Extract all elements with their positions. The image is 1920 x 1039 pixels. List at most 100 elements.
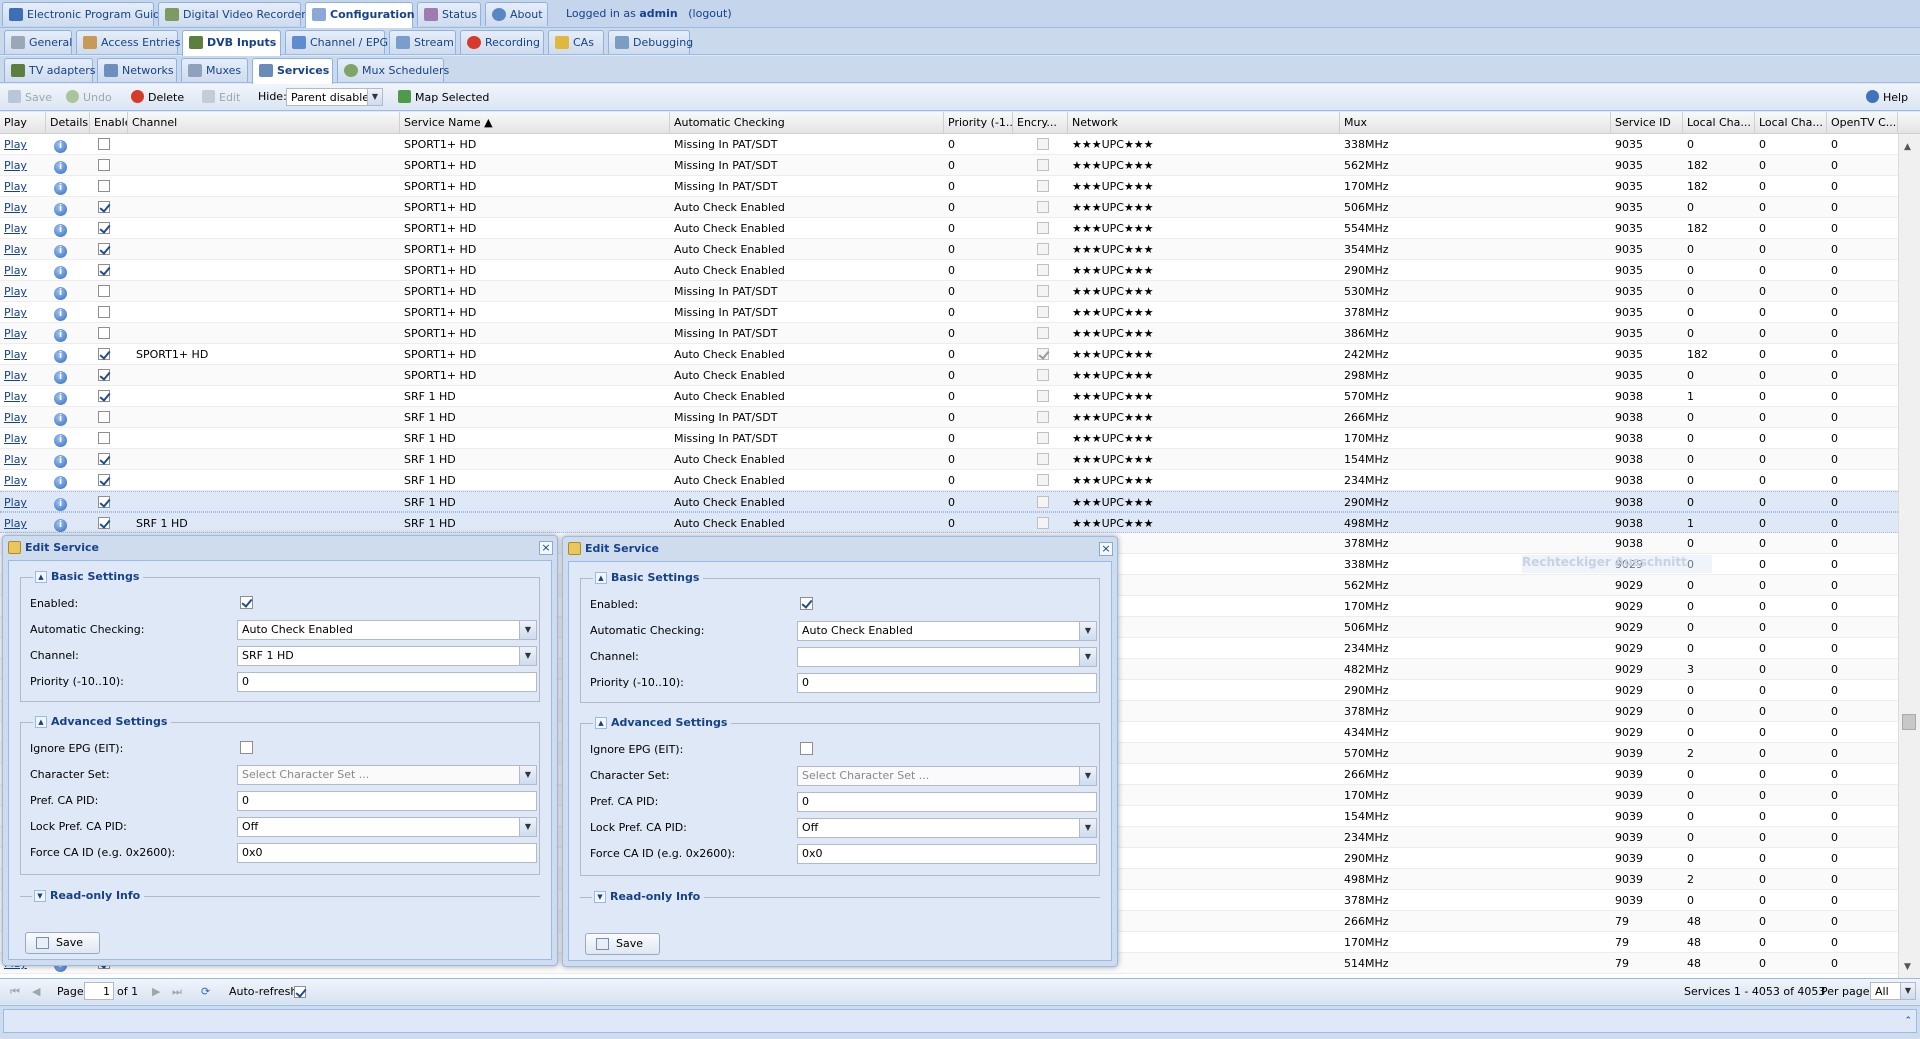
info-icon[interactable]: i <box>54 245 67 258</box>
table-row[interactable]: Play i SRF 1 HD Auto Check Enabled 0 ★★★UPC★★… <box>0 491 1898 512</box>
enabled-checkbox[interactable] <box>240 596 253 609</box>
undo-button[interactable]: Undo <box>66 90 112 104</box>
play-link[interactable]: Play <box>4 517 27 530</box>
lock-ca-select[interactable]: Off ▼ <box>797 818 1097 838</box>
channel-select[interactable]: SRF 1 HD ▼ <box>237 646 537 666</box>
table-row[interactable]: Play i SRF 1 HD Auto Check Enabled 0 ★★★UPC★★… <box>0 470 1898 491</box>
table-row[interactable]: Play i SRF 1 HD Auto Check Enabled 0 ★★★UPC★★… <box>0 449 1898 470</box>
autocheck-select[interactable]: Auto Check Enabled ▼ <box>797 621 1097 641</box>
play-link[interactable]: Play <box>4 285 27 298</box>
advanced-settings-legend[interactable]: ▲ Advanced Settings <box>33 714 172 730</box>
play-link[interactable]: Play <box>4 180 27 193</box>
column-header[interactable]: Service ID <box>1611 112 1683 134</box>
column-header[interactable]: Play <box>0 112 46 134</box>
collapse-icon[interactable]: ▲ <box>35 716 47 728</box>
enabled-checkbox[interactable] <box>98 348 110 360</box>
column-header[interactable]: Mux <box>1340 112 1611 134</box>
collapse-icon[interactable]: ▲ <box>595 572 607 584</box>
delete-button[interactable]: Delete <box>131 90 184 104</box>
perpage-select[interactable]: All ▼ <box>1870 982 1916 1000</box>
tab-access-entries[interactable]: Access Entries <box>76 30 180 54</box>
tab-channel-epg[interactable]: Channel / EPG <box>285 30 388 54</box>
play-link[interactable]: Play <box>4 159 27 172</box>
readonly-info-legend[interactable]: ▼ Read-only Info <box>32 888 145 904</box>
play-link[interactable]: Play <box>4 453 27 466</box>
tab-debugging[interactable]: Debugging <box>608 30 693 54</box>
tab-mux-schedulers[interactable]: Mux Schedulers <box>337 58 449 82</box>
enabled-checkbox[interactable] <box>98 159 110 171</box>
basic-settings-legend[interactable]: ▲ Basic Settings <box>33 569 144 585</box>
enabled-checkbox[interactable] <box>98 474 110 486</box>
tab-general[interactable]: General <box>4 30 72 54</box>
grid-scrollbar[interactable]: ▲ ▼ <box>1898 134 1920 978</box>
info-icon[interactable]: i <box>54 350 67 363</box>
pref-ca-input[interactable]: 0 <box>237 791 537 811</box>
page-input[interactable]: 1 <box>84 982 114 1000</box>
enabled-checkbox[interactable] <box>98 327 110 339</box>
play-link[interactable]: Play <box>4 201 27 214</box>
advanced-settings-legend[interactable]: ▲ Advanced Settings <box>593 715 732 731</box>
table-row[interactable]: Play i SPORT1+ HD Auto Check Enabled 0 ★★★UPC… <box>0 197 1898 218</box>
ignore-epg-checkbox[interactable] <box>240 741 253 754</box>
enabled-checkbox[interactable] <box>98 496 110 508</box>
info-icon[interactable]: i <box>54 203 67 216</box>
hide-select[interactable]: Parent disabled ▼ <box>286 88 383 106</box>
table-row[interactable]: Play i SPORT1+ HD Missing In PAT/SDT 0 ★★★UPC… <box>0 134 1898 155</box>
play-link[interactable]: Play <box>4 264 27 277</box>
table-row[interactable]: Play i SRF 1 HD SRF 1 HD Auto Check Enabled 0… <box>0 512 1898 533</box>
tab-status[interactable]: Status <box>417 2 481 26</box>
table-row[interactable]: Play i SPORT1+ HD Auto Check Enabled 0 ★★★UPC… <box>0 218 1898 239</box>
tab-networks[interactable]: Networks <box>97 58 177 82</box>
info-icon[interactable]: i <box>54 476 67 489</box>
channel-select[interactable]: ▼ <box>797 647 1097 667</box>
refresh-icon[interactable]: ⟳ <box>201 985 210 998</box>
enabled-checkbox[interactable] <box>98 222 110 234</box>
close-icon[interactable]: × <box>539 541 553 555</box>
priority-input[interactable]: 0 <box>797 673 1097 693</box>
play-link[interactable]: Play <box>4 432 27 445</box>
info-icon[interactable]: i <box>54 434 67 447</box>
play-link[interactable]: Play <box>4 474 27 487</box>
column-header[interactable]: Local Cha... <box>1683 112 1755 134</box>
enabled-checkbox[interactable] <box>98 390 110 402</box>
scroll-up-icon[interactable]: ▲ <box>1904 142 1911 152</box>
readonly-info-legend[interactable]: ▼ Read-only Info <box>592 889 705 905</box>
play-link[interactable]: Play <box>4 327 27 340</box>
autorefresh-checkbox[interactable] <box>294 986 306 998</box>
enabled-checkbox[interactable] <box>800 597 813 610</box>
force-ca-input[interactable]: 0x0 <box>797 844 1097 864</box>
info-icon[interactable]: i <box>54 519 67 532</box>
map-selected-button[interactable]: Map Selected <box>398 90 489 104</box>
tab-muxes[interactable]: Muxes <box>181 58 248 82</box>
logout-link[interactable]: (logout) <box>688 7 731 20</box>
enabled-checkbox[interactable] <box>98 180 110 192</box>
tab-cas[interactable]: CAs <box>548 30 604 54</box>
enabled-checkbox[interactable] <box>98 306 110 318</box>
column-header[interactable]: Details <box>46 112 90 134</box>
basic-settings-legend[interactable]: ▲ Basic Settings <box>593 570 704 586</box>
first-page-icon[interactable]: ⏮ <box>10 985 20 999</box>
edit-button[interactable]: Edit <box>202 90 240 104</box>
collapse-icon[interactable]: ▲ <box>595 717 607 729</box>
tab-services[interactable]: Services <box>252 58 333 84</box>
table-row[interactable]: Play i SPORT1+ HD Auto Check Enabled 0 ★★★UPC… <box>0 239 1898 260</box>
expand-icon[interactable]: ▼ <box>34 890 46 902</box>
charset-select[interactable]: Select Character Set ... ▼ <box>797 766 1097 786</box>
table-row[interactable]: Play i SRF 1 HD Auto Check Enabled 0 ★★★UPC★★… <box>0 386 1898 407</box>
table-row[interactable]: Play i SPORT1+ HD Missing In PAT/SDT 0 ★★★UPC… <box>0 155 1898 176</box>
save-button[interactable]: Save <box>25 932 100 954</box>
close-icon[interactable]: × <box>1099 542 1113 556</box>
enabled-checkbox[interactable] <box>98 453 110 465</box>
enabled-checkbox[interactable] <box>98 201 110 213</box>
last-page-icon[interactable]: ⏭ <box>172 985 182 999</box>
scroll-thumb[interactable] <box>1902 714 1916 730</box>
lock-ca-select[interactable]: Off ▼ <box>237 817 537 837</box>
tab-dvb-inputs[interactable]: DVB Inputs <box>182 30 281 56</box>
priority-input[interactable]: 0 <box>237 672 537 692</box>
table-row[interactable]: Play i SPORT1+ HD Missing In PAT/SDT 0 ★★★UPC… <box>0 176 1898 197</box>
collapse-icon[interactable]: ▲ <box>35 571 47 583</box>
ignore-epg-checkbox[interactable] <box>800 742 813 755</box>
table-row[interactable]: Play i SPORT1+ HD Missing In PAT/SDT 0 ★★★UPC… <box>0 302 1898 323</box>
table-row[interactable]: Play i SRF 1 HD Missing In PAT/SDT 0 ★★★UPC★★… <box>0 407 1898 428</box>
info-icon[interactable]: i <box>54 392 67 405</box>
